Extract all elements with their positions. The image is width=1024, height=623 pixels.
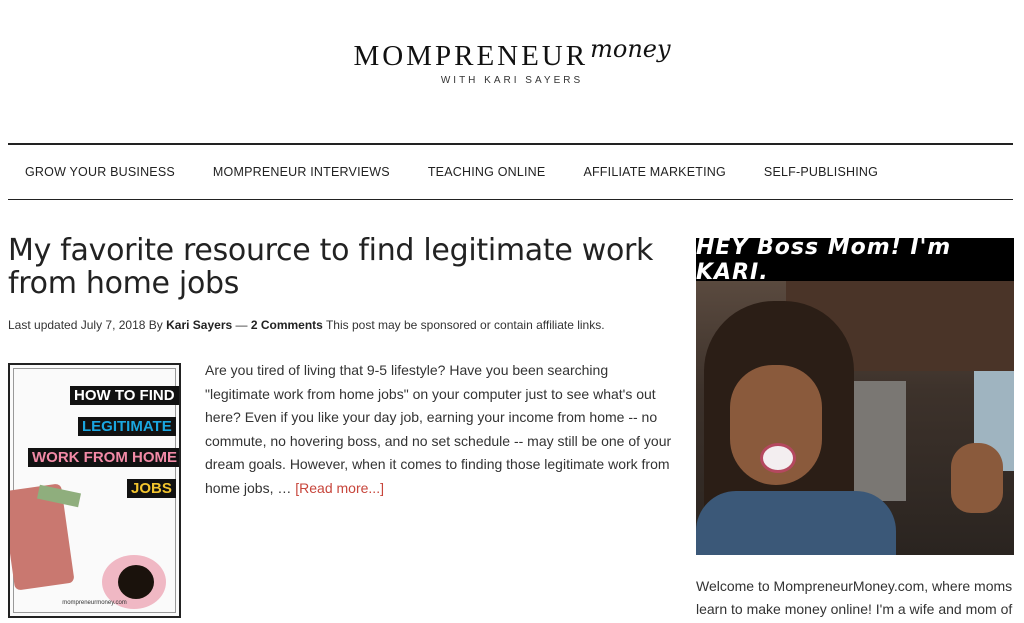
nav-item-mompreneur-interviews[interactable]: MOMPRENEUR INTERVIEWS — [213, 165, 390, 179]
image-url: mompreneurmoney.com — [62, 600, 127, 606]
logo-subtitle: WITH KARI SAYERS — [440, 75, 584, 86]
meta-updated: Last updated July 7, 2018 By — [8, 318, 167, 332]
nav-item-self-publishing[interactable]: SELF-PUBLISHING — [764, 165, 878, 179]
face-graphic — [730, 365, 822, 485]
site-logo[interactable]: MOMPRENEURmoney WITH KARI SAYERS — [0, 35, 1024, 86]
logo-title: MOMPRENEUR — [353, 40, 589, 72]
image-line-3: WORK FROM HOME — [28, 448, 179, 467]
fridge-graphic — [854, 381, 906, 501]
article-title[interactable]: My favorite resource to find legitimate … — [8, 234, 678, 300]
affiliate-disclaimer: This post may be sponsored or contain af… — [322, 318, 605, 332]
nav-item-teaching-online[interactable]: TEACHING ONLINE — [428, 165, 546, 179]
featured-image-frame: HOW TO FIND LEGITIMATE WORK FROM HOME JO… — [10, 368, 179, 613]
article-meta: Last updated July 7, 2018 By Kari Sayers… — [8, 318, 605, 332]
sidebar-banner: HEY Boss Mom! I'm KARI. — [696, 235, 1014, 285]
comments-link[interactable]: 2 Comments — [251, 318, 323, 332]
meta-separator: — — [232, 318, 251, 332]
jacket-graphic — [696, 491, 896, 555]
main-nav: GROW YOUR BUSINESS MOMPRENEUR INTERVIEWS… — [8, 143, 1013, 200]
article-excerpt: Are you tired of living that 9-5 lifesty… — [205, 359, 675, 500]
read-more-link[interactable]: [Read more...] — [295, 480, 384, 496]
excerpt-text: Are you tired of living that 9-5 lifesty… — [205, 362, 672, 496]
nav-item-affiliate-marketing[interactable]: AFFILIATE MARKETING — [583, 165, 725, 179]
sidebar-photo — [696, 281, 1014, 555]
image-line-1: HOW TO FIND — [70, 386, 179, 405]
logo-script: money — [590, 35, 671, 63]
waving-hand-graphic — [951, 443, 1003, 513]
image-line-4: JOBS — [127, 479, 176, 498]
nav-item-grow-your-business[interactable]: GROW YOUR BUSINESS — [25, 165, 175, 179]
image-line-2: LEGITIMATE — [78, 417, 176, 436]
sidebar-welcome-text: Welcome to MompreneurMoney.com, where mo… — [696, 578, 1013, 617]
author-link[interactable]: Kari Sayers — [166, 318, 232, 332]
featured-image[interactable]: HOW TO FIND LEGITIMATE WORK FROM HOME JO… — [8, 363, 181, 618]
